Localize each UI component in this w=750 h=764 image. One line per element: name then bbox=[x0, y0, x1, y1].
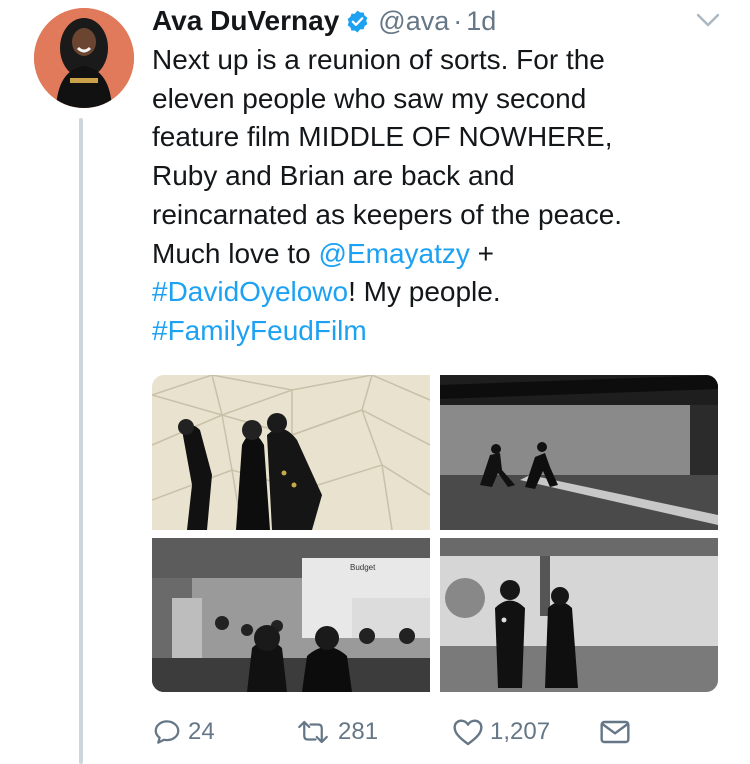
retweet-icon bbox=[298, 720, 328, 744]
tweet-text: Next up is a reunion of sorts. For the el… bbox=[152, 41, 732, 351]
tweet-text-segment: Next up is a reunion of sorts. For the bbox=[152, 44, 605, 75]
direct-message-button[interactable] bbox=[599, 712, 631, 752]
tweet-text-line: Much love to @Emayatzy + bbox=[152, 235, 732, 274]
heart-icon bbox=[453, 719, 483, 746]
tweet-text-line: eleven people who saw my second bbox=[152, 80, 732, 119]
photo-2[interactable] bbox=[440, 375, 718, 530]
tweet-text-segment: eleven people who saw my second bbox=[152, 82, 587, 114]
action-bar: 24 281 1,207 bbox=[152, 712, 652, 752]
separator-dot: · bbox=[453, 5, 463, 36]
mention-link[interactable]: @Emayatzy bbox=[319, 238, 470, 269]
photo-4[interactable] bbox=[440, 538, 718, 692]
truck-sign: Budget bbox=[350, 563, 376, 572]
like-count: 1,207 bbox=[490, 718, 551, 745]
like-button[interactable]: 1,207 bbox=[452, 712, 550, 752]
retweet-count: 281 bbox=[338, 718, 379, 745]
hashtag-link[interactable]: #FamilyFeudFilm bbox=[152, 315, 367, 346]
photo-1[interactable] bbox=[152, 375, 430, 530]
reply-button[interactable]: 24 bbox=[152, 712, 215, 752]
tweet-text-segment: feature film MIDDLE OF NOWHERE, bbox=[152, 121, 613, 153]
tweet-text-line: Ruby and Brian are back and bbox=[152, 157, 732, 196]
tweet-text-segment: Ruby and Brian are back and bbox=[152, 160, 515, 192]
envelope-icon bbox=[600, 720, 630, 744]
hashtag-link[interactable]: #DavidOyelowo bbox=[152, 276, 348, 307]
chevron-down-icon[interactable] bbox=[696, 12, 720, 28]
verified-badge-icon bbox=[347, 10, 368, 32]
photo-3[interactable]: Budget bbox=[152, 538, 430, 692]
avatar[interactable] bbox=[34, 8, 134, 108]
tweet-text-line: #DavidOyelowo! My people. bbox=[152, 273, 732, 312]
tweet-header: Ava DuVernay @ava · 1d bbox=[152, 4, 496, 38]
tweet-text-segment: reincarnated as keepers of the peace. bbox=[152, 198, 623, 230]
retweet-button[interactable]: 281 bbox=[294, 712, 378, 752]
tweet-text-line: feature film MIDDLE OF NOWHERE, bbox=[152, 118, 732, 157]
author-handle[interactable]: @ava bbox=[378, 6, 449, 37]
reply-icon bbox=[154, 720, 180, 744]
tweet-timestamp[interactable]: 1d bbox=[466, 6, 496, 37]
avatar-image bbox=[34, 8, 134, 108]
media-grid: Budget bbox=[152, 375, 718, 692]
author-name[interactable]: Ava DuVernay bbox=[152, 5, 339, 37]
tweet-text-line: reincarnated as keepers of the peace. bbox=[152, 196, 732, 235]
tweet-text-segment: Much love to bbox=[152, 237, 319, 269]
thread-line bbox=[79, 118, 83, 764]
reply-count: 24 bbox=[188, 718, 215, 745]
tweet-text-segment: + bbox=[469, 237, 495, 269]
tweet-text-segment: ! My people. bbox=[348, 276, 501, 308]
tweet-text-line: #FamilyFeudFilm bbox=[152, 312, 732, 351]
tweet-text-line: Next up is a reunion of sorts. For the bbox=[152, 41, 732, 80]
